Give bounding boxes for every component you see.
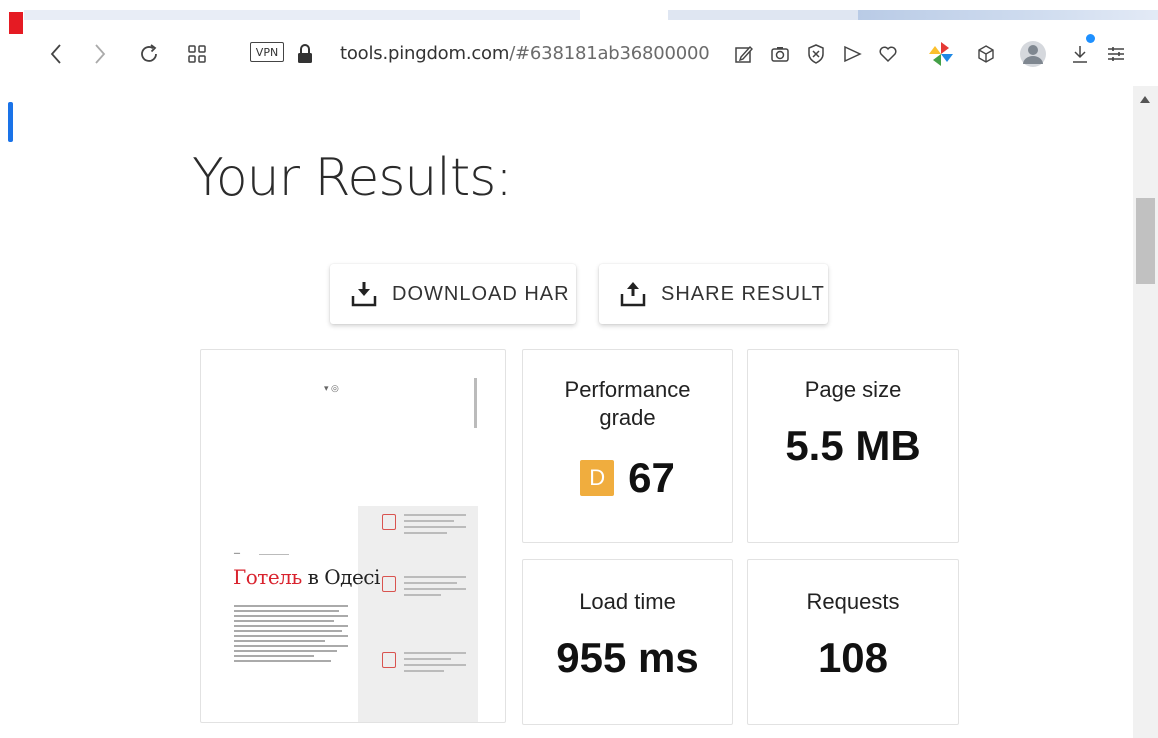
requests-card: Requests 108 [747,559,959,725]
pinwheel-extension-icon[interactable] [926,40,956,68]
tab-area[interactable] [668,10,858,20]
download-badge [1086,34,1095,43]
url-host: tools.pingdom.com [340,43,510,64]
browser-logo [9,12,23,34]
easy-setup-icon[interactable] [1104,40,1128,68]
download-har-button[interactable]: DOWNLOAD HAR [330,264,576,324]
address-bar[interactable]: tools.pingdom.com/#638181ab36800000 [340,40,710,68]
screenshot-body-text [234,602,348,665]
heart-icon[interactable] [876,40,900,68]
requests-label: Requests [806,589,900,614]
page-size-label: Page size [804,377,902,402]
share-result-button[interactable]: SHARE RESULT [599,264,828,324]
load-time-value: 955 ms [556,634,699,681]
avatar-icon[interactable] [1018,40,1048,68]
cube-icon[interactable] [974,40,998,68]
lock-icon[interactable] [294,40,316,68]
screenshot-feature-panel [358,506,478,722]
tab-area[interactable] [858,10,1158,20]
screenshot-heading-red: Готель [233,565,302,589]
load-time-card: Load time 955 ms [522,559,733,725]
screenshot-heading: Готель в Одесі [233,565,380,589]
browser-toolbar: VPN tools.pingdom.com/#638181ab36800000 [24,22,1158,86]
performance-grade-card: Performance grade D 67 [522,349,733,543]
share-icon [620,282,646,307]
forward-icon[interactable] [88,40,112,68]
download-icon[interactable] [1068,40,1092,68]
scroll-up-arrow[interactable] [1140,96,1150,103]
page-scrollbar[interactable] [1133,86,1158,738]
page-size-value: 5.5 MB [785,422,921,469]
page-size-card: Page size 5.5 MB [747,349,959,543]
screenshot-kicker-line [259,554,289,555]
screenshot-icons: ▾ ◎ [324,383,339,393]
tab-strip [0,0,1158,34]
screenshot-scrollbar [474,378,477,428]
reload-icon[interactable] [136,40,162,68]
page-screenshot-card: ▾ ◎ ━━ Готель в Одесі [200,349,506,723]
tab-area[interactable] [24,10,580,20]
download-icon [351,282,377,307]
url-path: /#638181ab36800000 [509,43,710,64]
back-icon[interactable] [44,40,68,68]
adblock-icon[interactable] [804,40,828,68]
screenshot-heading-rest: в Одесі [301,565,381,589]
send-icon[interactable] [840,40,864,68]
page-title: Your Results: [192,148,513,208]
grade-badge: D [580,460,615,496]
performance-grade-label: Performance grade [564,377,691,430]
page-screenshot: ▾ ◎ ━━ Готель в Одесі [227,374,481,722]
screenshot-kicker: ━━ [234,551,241,557]
sidebar-active-indicator [8,102,13,142]
edit-icon[interactable] [732,40,756,68]
scroll-thumb[interactable] [1136,198,1155,284]
speed-dial-icon[interactable] [184,40,210,68]
share-result-label: SHARE RESULT [661,282,825,305]
requests-value: 108 [817,634,889,681]
performance-grade-row: D 67 [523,454,732,502]
load-time-label: Load time [579,589,676,614]
grade-value: 67 [628,454,675,501]
camera-icon[interactable] [768,40,792,68]
download-har-label: DOWNLOAD HAR [392,282,570,305]
vpn-badge[interactable]: VPN [250,42,284,62]
sidebar-edge [0,86,14,738]
